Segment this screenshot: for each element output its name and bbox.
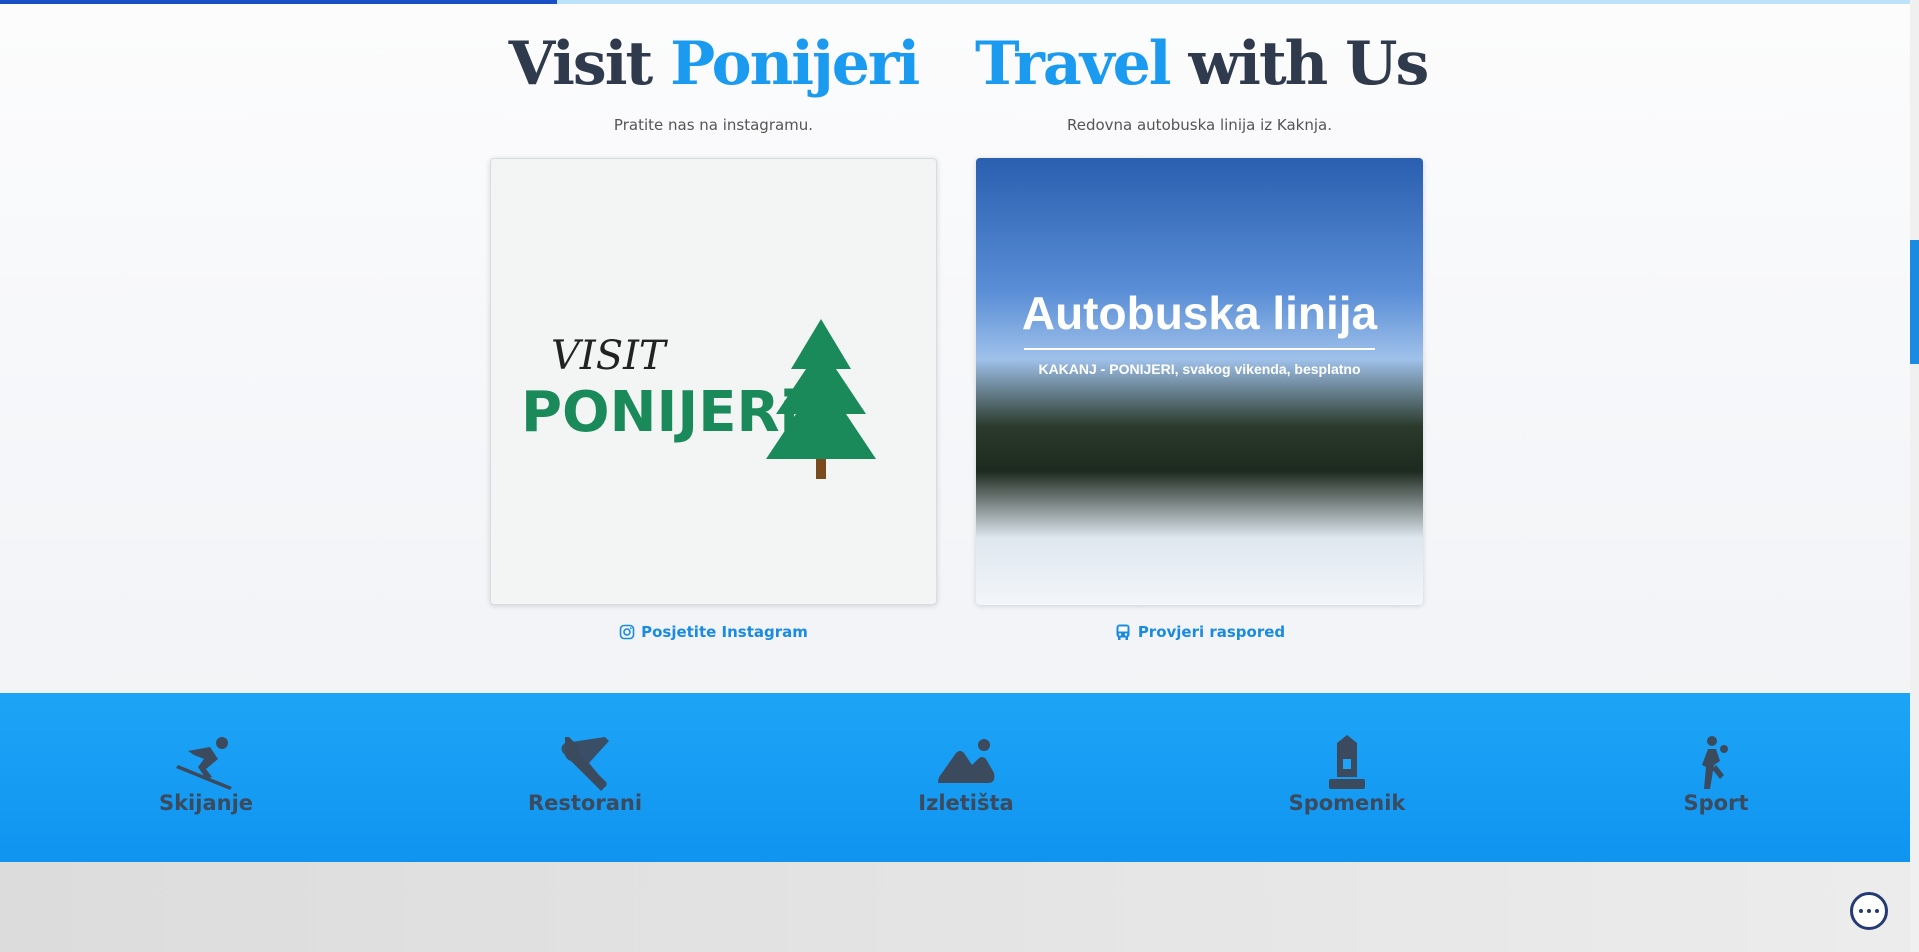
heading-word: with Us [1188,29,1430,99]
instagram-icon [619,624,635,640]
volleyball-player-icon [1702,736,1728,789]
mountain-icon [938,739,995,783]
feature-label: Izletišta [918,791,1014,815]
footer-background [0,862,1910,952]
bus-card-subtitle: KAKANJ - PONIJERI, svakog vikenda, bespl… [1038,361,1361,377]
features-band: Skijanje Restorani Izletišta Spomenik Sp… [0,693,1910,862]
heading-word: Visit [508,29,654,99]
logo-ponijeri-text: PONIJERi [521,380,799,445]
chat-dot-icon [1867,909,1871,913]
feature-izletista[interactable]: Izletišta [886,735,1046,815]
feature-label: Skijanje [158,791,254,815]
feature-spomenik[interactable]: Spomenik [1267,735,1427,815]
heading-word-accent: Travel [975,29,1172,99]
instagram-link-label: Posjetite Instagram [641,623,808,641]
instagram-column: Visit Ponijeri Pratite nas na instagramu… [489,0,938,644]
instagram-link[interactable]: Posjetite Instagram [619,623,808,641]
scrollbar-track[interactable] [1910,0,1919,952]
feature-skijanje[interactable]: Skijanje [126,735,286,815]
bus-subtitle: Redovna autobuska linija iz Kaknja. [1066,116,1333,134]
utensils-icon [561,737,609,791]
instagram-card-image[interactable]: VISIT PONIJERi [490,158,937,605]
bus-card-divider [1024,348,1375,350]
feature-label: Sport [1683,791,1749,815]
scrollbar-thumb[interactable] [1910,240,1919,364]
chat-dot-icon [1875,909,1879,913]
monument-icon [1329,735,1365,789]
scroll-progress-fill [0,0,557,4]
chat-dot-icon [1859,909,1863,913]
instagram-subtitle: Pratite nas na instagramu. [613,116,814,134]
bus-heading: Travel with Us [975,24,1429,104]
scroll-progress-track [0,0,1919,4]
feature-label: Spomenik [1288,791,1406,815]
bus-column: Travel with Us Redovna autobuska linija … [975,0,1429,645]
bus-icon [1116,624,1130,640]
instagram-heading: Visit Ponijeri [489,24,938,104]
feature-sport[interactable]: Sport [1636,735,1796,815]
visit-ponijeri-logo: VISIT PONIJERi [521,319,876,479]
heading-word-accent: Ponijeri [670,29,920,99]
schedule-link-label: Provjeri raspored [1137,623,1286,641]
bus-card-title: Autobuska linija [1021,287,1378,339]
bus-line-card-image[interactable]: Autobuska linija KAKANJ - PONIJERI, svak… [976,158,1423,605]
schedule-link[interactable]: Provjeri raspored [1114,623,1285,641]
skiing-icon [176,737,232,790]
feature-label: Restorani [527,791,643,815]
feature-restorani[interactable]: Restorani [505,735,665,815]
chat-button[interactable] [1850,892,1888,930]
logo-visit-text: VISIT [551,333,669,379]
